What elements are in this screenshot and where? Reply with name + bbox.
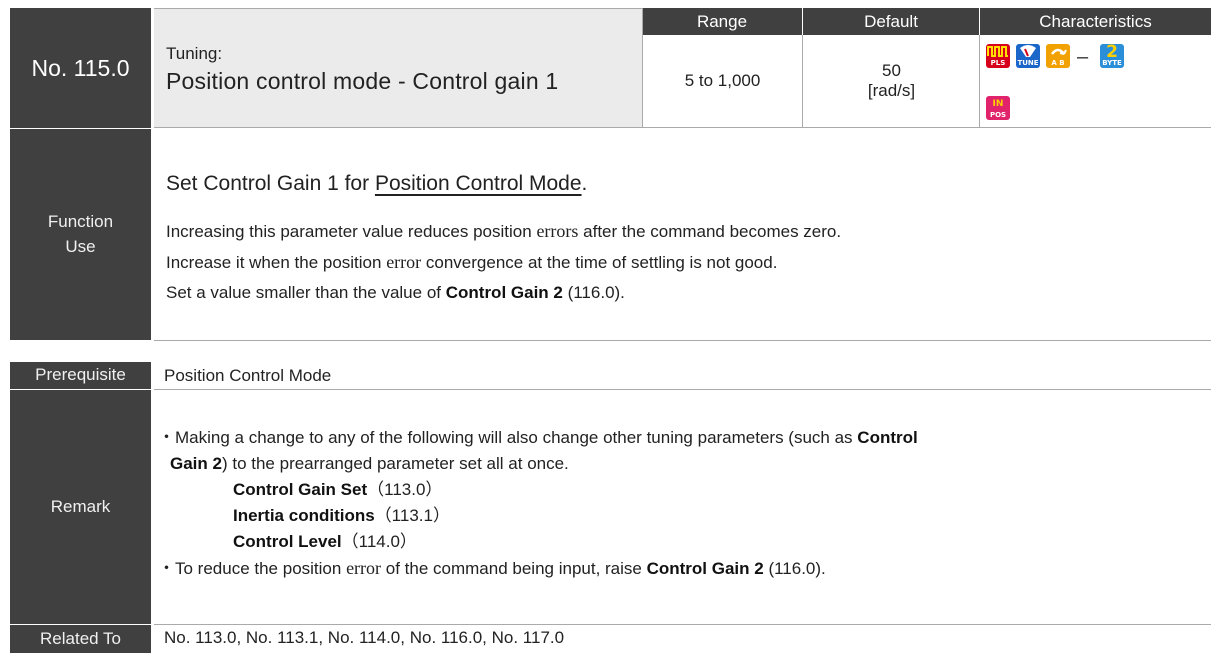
remark-item-inertia-conditions: Inertia conditions（113.1） [233,506,450,525]
range-value: 5 to 1,000 [684,71,761,90]
prerequisite-text: Position Control Mode [164,366,332,385]
default-unit: [rad/s] [867,81,916,100]
related-to-text: No. 113.0, No. 113.1, No. 114.0, No. 116… [164,628,565,647]
page-title: Position control mode - Control gain 1 [166,68,559,94]
position-control-mode-link[interactable]: Position Control Mode [375,172,582,195]
default-value: 50 [882,61,901,80]
function-line-2: Increase it when the position error conv… [166,252,778,272]
range-cell: 5 to 1,000 [642,35,803,128]
default-cell: 50 [rad/s] [803,35,980,128]
tune-icon: TUNE [1016,44,1040,68]
related-to-label: Related To [10,625,151,653]
function-use-label: Function Use [10,129,151,340]
characteristics-column-header: Characteristics [980,8,1211,35]
characteristics-cell [980,35,1211,128]
remark-item-control-level: Control Level（114.0） [233,532,417,551]
range-column-header: Range [642,8,802,35]
remark-bullet-1: ・Making a change to any of the following… [158,428,918,447]
remark-bullet-1-cont: Gain 2) to the prearranged parameter set… [170,454,569,473]
remark-item-control-gain-set: Control Gain Set（113.0） [233,480,443,499]
remark-label: Remark [10,390,151,624]
title-cell: Tuning: Position control mode - Control … [154,8,642,128]
characteristics-dash: – [1077,46,1089,68]
prerequisite-label: Prerequisite [10,362,151,389]
2byte-icon: 2 BYTE [1100,44,1124,68]
ab-icon: A B [1046,44,1070,68]
function-use-body: Set Control Gain 1 for Position Control … [166,172,1206,308]
pulse-pls-icon: PLS [986,44,1010,68]
remark-body: ・Making a change to any of the following… [158,425,1210,582]
default-column-header: Default [803,8,979,35]
function-heading: Set Control Gain 1 for Position Control … [166,172,588,195]
inpos-icon: IN POS [986,96,1010,120]
title-category: Tuning: [166,44,223,63]
function-line-1: Increasing this parameter value reduces … [166,221,842,241]
parameter-number: No. 115.0 [10,8,151,128]
function-line-3: Set a value smaller than the value of Co… [166,283,625,302]
remark-bullet-2: ・To reduce the position error of the com… [158,558,826,578]
